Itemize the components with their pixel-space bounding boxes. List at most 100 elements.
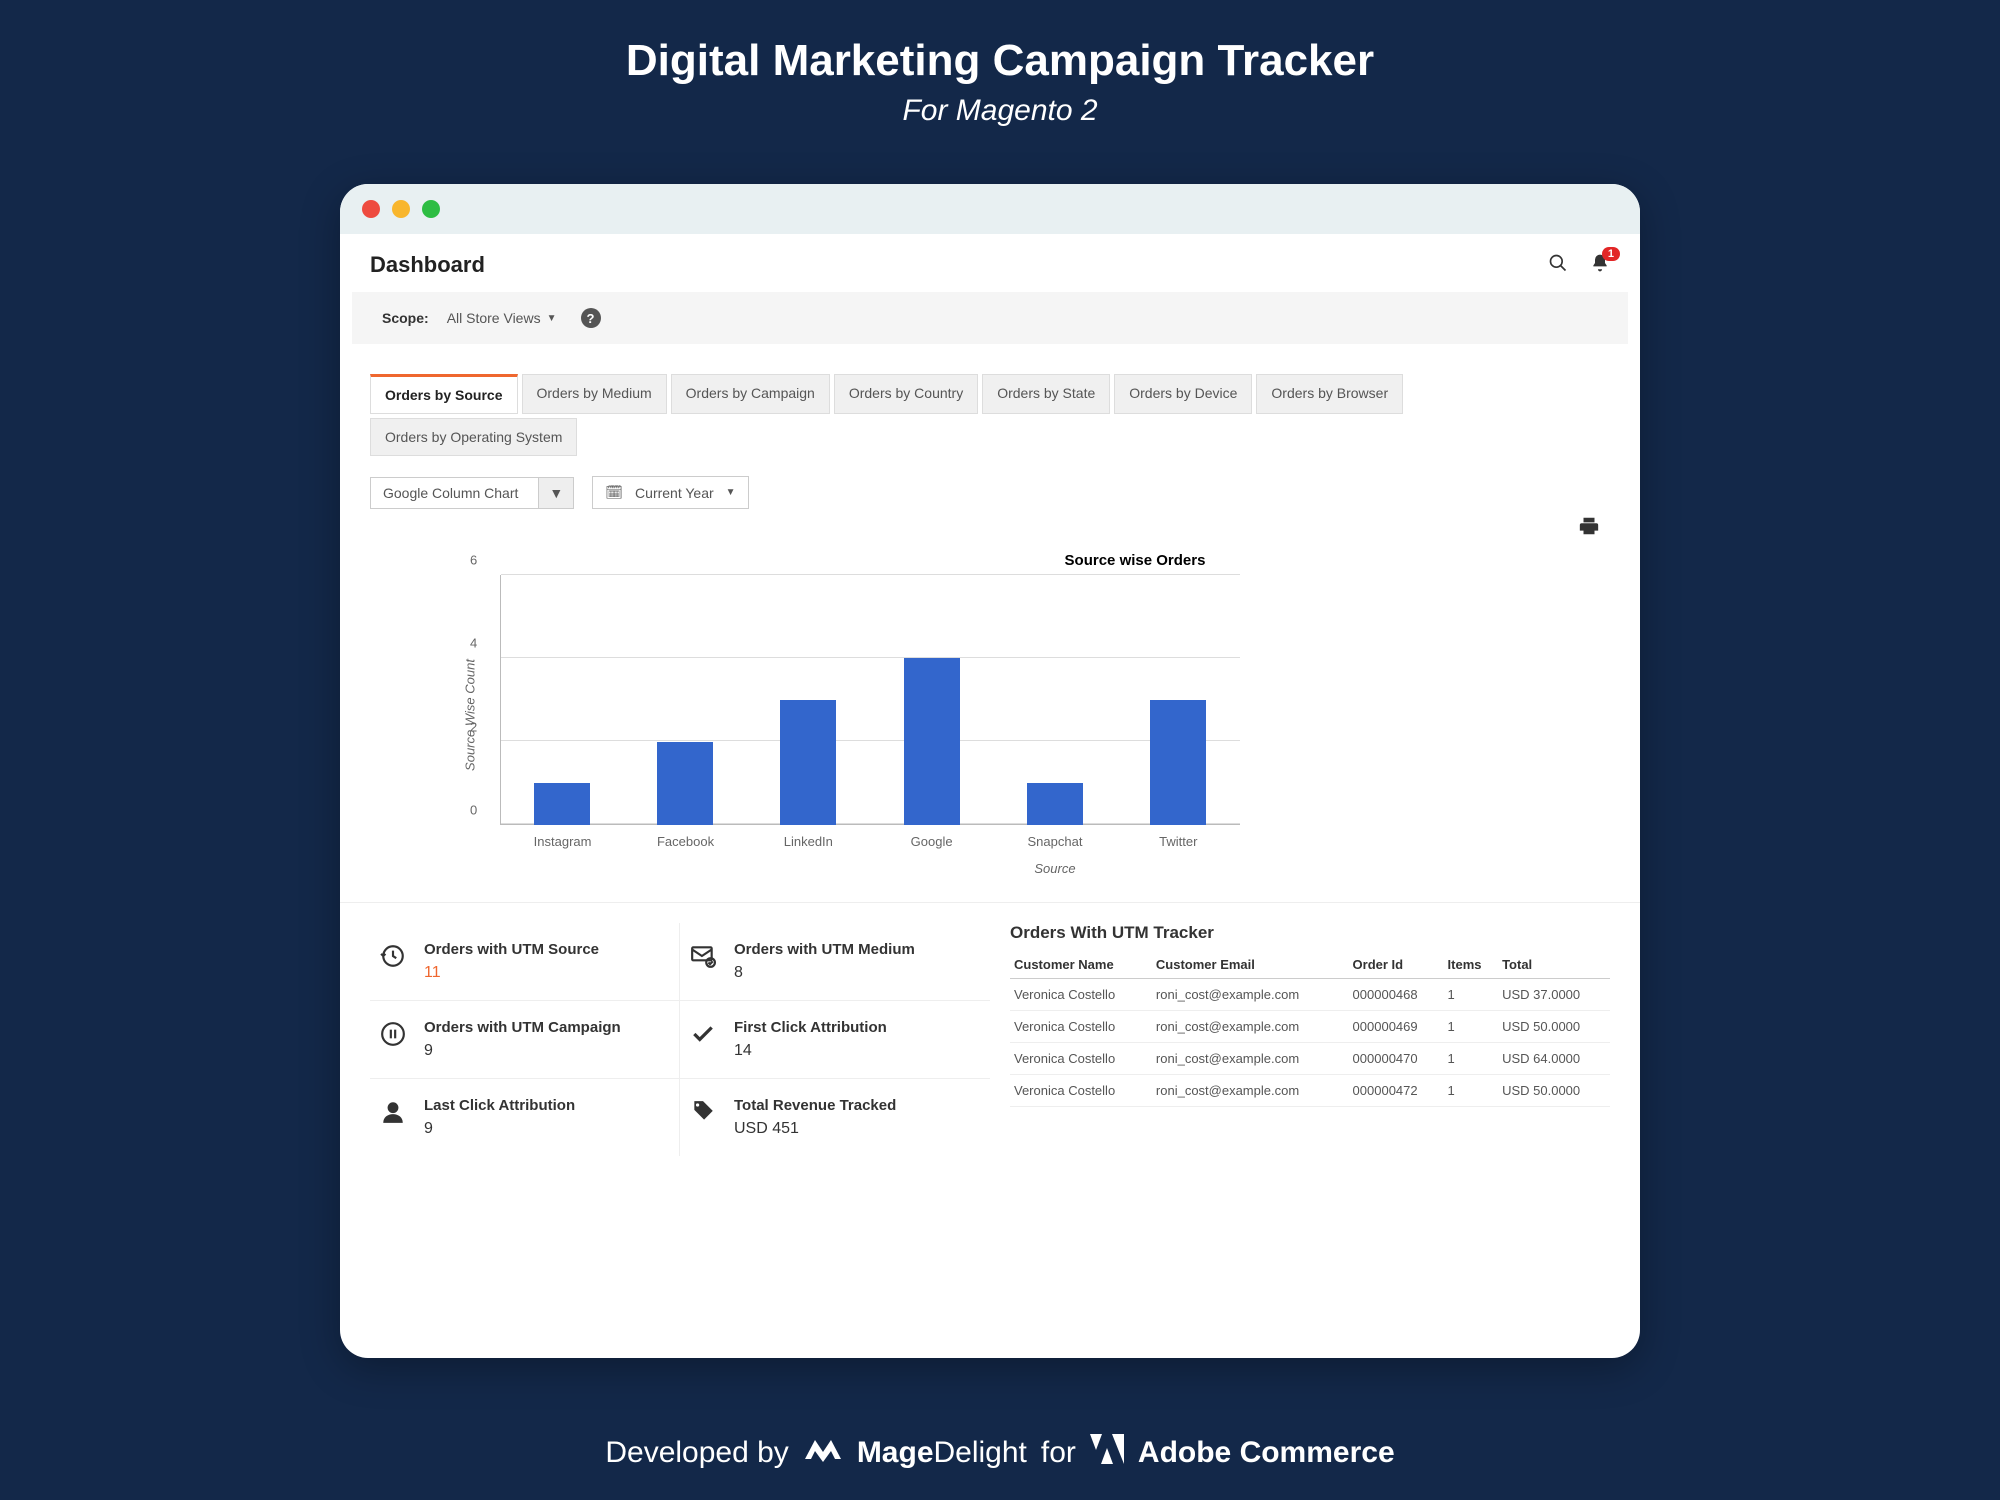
table-cell: 000000469 xyxy=(1349,1011,1444,1043)
table-row[interactable]: Veronica Costelloroni_cost@example.com00… xyxy=(1010,1075,1610,1107)
metric-value: USD 451 xyxy=(734,1120,896,1138)
chart-xlabel: Source xyxy=(500,861,1610,876)
tab-orders-by-operating-system[interactable]: Orders by Operating System xyxy=(370,418,577,456)
minimize-icon[interactable] xyxy=(392,200,410,218)
footer-dev-by: Developed by xyxy=(605,1436,788,1470)
user-icon xyxy=(378,1097,408,1127)
table-header: Items xyxy=(1444,951,1499,979)
metric-value: 8 xyxy=(734,964,915,982)
table-cell: USD 37.0000 xyxy=(1498,979,1610,1011)
table-cell: Veronica Costello xyxy=(1010,1075,1152,1107)
tab-bar: Orders by SourceOrders by MediumOrders b… xyxy=(340,344,1640,456)
table-title: Orders With UTM Tracker xyxy=(1010,923,1610,943)
tab-orders-by-browser[interactable]: Orders by Browser xyxy=(1256,374,1403,414)
chart-ytick: 4 xyxy=(470,636,477,651)
metric-card: Orders with UTM Source 11 xyxy=(370,923,680,1000)
footer-brand-adobe: Adobe Commerce xyxy=(1138,1436,1395,1470)
chart-bar[interactable] xyxy=(657,742,713,825)
footer-brand-delight: Delight xyxy=(934,1436,1027,1469)
check-icon xyxy=(688,1019,718,1049)
table-cell: 000000470 xyxy=(1349,1043,1444,1075)
scope-value: All Store Views xyxy=(447,310,541,326)
table-cell: 1 xyxy=(1444,1011,1499,1043)
metric-label: Orders with UTM Source xyxy=(424,941,599,958)
history-icon xyxy=(378,941,408,971)
table-cell: 000000468 xyxy=(1349,979,1444,1011)
metric-label: Total Revenue Tracked xyxy=(734,1097,896,1114)
maximize-icon[interactable] xyxy=(422,200,440,218)
help-icon[interactable]: ? xyxy=(581,308,601,328)
window-titlebar xyxy=(340,184,1640,234)
pause-icon xyxy=(378,1019,408,1049)
period-value: Current Year xyxy=(635,485,714,501)
print-icon[interactable] xyxy=(1578,515,1600,542)
chart-bar[interactable] xyxy=(904,658,960,825)
metric-card: Orders with UTM Medium 8 xyxy=(680,923,990,1000)
notifications-icon[interactable]: 1 xyxy=(1590,253,1610,278)
search-icon[interactable] xyxy=(1548,253,1568,278)
footer-brand-mage: Mage xyxy=(857,1436,934,1469)
scope-select[interactable]: All Store Views ▼ xyxy=(447,310,557,326)
tab-orders-by-source[interactable]: Orders by Source xyxy=(370,374,518,414)
chart-xtick: LinkedIn xyxy=(780,834,836,849)
table-cell: 1 xyxy=(1444,979,1499,1011)
table-cell: roni_cost@example.com xyxy=(1152,1011,1349,1043)
table-header: Order Id xyxy=(1349,951,1444,979)
table-header: Customer Email xyxy=(1152,951,1349,979)
table-row[interactable]: Veronica Costelloroni_cost@example.com00… xyxy=(1010,1043,1610,1075)
table-cell: USD 50.0000 xyxy=(1498,1011,1610,1043)
chart-bar[interactable] xyxy=(534,783,590,825)
tab-orders-by-country[interactable]: Orders by Country xyxy=(834,374,978,414)
chart-bar[interactable] xyxy=(1027,783,1083,825)
chart-title: Source wise Orders xyxy=(660,552,1610,569)
chart-ytick: 2 xyxy=(470,719,477,734)
chevron-down-icon: ▼ xyxy=(726,487,736,498)
notification-badge: 1 xyxy=(1602,247,1620,261)
chart-type-select[interactable]: Google Column Chart ▼ xyxy=(370,477,574,509)
promo-title: Digital Marketing Campaign Tracker xyxy=(0,0,2000,86)
chart-xtick: Instagram xyxy=(534,834,590,849)
metric-value: 9 xyxy=(424,1120,575,1138)
tab-orders-by-device[interactable]: Orders by Device xyxy=(1114,374,1252,414)
scope-label: Scope: xyxy=(382,310,429,326)
mail-check-icon xyxy=(688,941,718,971)
table-cell: 1 xyxy=(1444,1043,1499,1075)
tag-icon xyxy=(688,1097,718,1127)
promo-footer: Developed by MageDelight for Adobe Comme… xyxy=(0,1434,2000,1472)
chart-bar[interactable] xyxy=(1150,700,1206,825)
metric-label: Last Click Attribution xyxy=(424,1097,575,1114)
chart-xtick: Snapchat xyxy=(1027,834,1083,849)
metric-value: 11 xyxy=(424,964,599,982)
metric-value: 14 xyxy=(734,1042,887,1060)
tab-orders-by-campaign[interactable]: Orders by Campaign xyxy=(671,374,830,414)
table-row[interactable]: Veronica Costelloroni_cost@example.com00… xyxy=(1010,979,1610,1011)
metric-card: Last Click Attribution 9 xyxy=(370,1078,680,1156)
chart-bar[interactable] xyxy=(780,700,836,825)
table-header: Customer Name xyxy=(1010,951,1152,979)
metric-value: 9 xyxy=(424,1042,621,1060)
period-select[interactable]: 🗓 Current Year ▼ xyxy=(592,476,748,509)
metrics-grid: Orders with UTM Source11Orders with UTM … xyxy=(370,923,990,1156)
chart-type-value: Google Column Chart xyxy=(383,485,518,501)
metric-label: Orders with UTM Medium xyxy=(734,941,915,958)
chevron-down-icon: ▼ xyxy=(538,478,573,508)
tab-orders-by-medium[interactable]: Orders by Medium xyxy=(522,374,667,414)
table-cell: roni_cost@example.com xyxy=(1152,979,1349,1011)
metric-card: Orders with UTM Campaign 9 xyxy=(370,1000,680,1078)
footer-for: for xyxy=(1041,1436,1076,1470)
metric-card: First Click Attribution14 xyxy=(680,1000,990,1078)
table-cell: Veronica Costello xyxy=(1010,1043,1152,1075)
tab-orders-by-state[interactable]: Orders by State xyxy=(982,374,1110,414)
close-icon[interactable] xyxy=(362,200,380,218)
table-cell: USD 64.0000 xyxy=(1498,1043,1610,1075)
table-cell: roni_cost@example.com xyxy=(1152,1075,1349,1107)
scope-bar: Scope: All Store Views ▼ ? xyxy=(352,292,1628,344)
table-cell: Veronica Costello xyxy=(1010,1011,1152,1043)
chart-xtick: Twitter xyxy=(1150,834,1206,849)
chart-container: Source wise Orders Source Wise Count Ins… xyxy=(340,542,1640,886)
table-cell: roni_cost@example.com xyxy=(1152,1043,1349,1075)
metric-label: Orders with UTM Campaign xyxy=(424,1019,621,1036)
chart-ytick: 6 xyxy=(470,553,477,568)
orders-table-container: Orders With UTM Tracker Customer NameCus… xyxy=(1010,923,1610,1156)
table-row[interactable]: Veronica Costelloroni_cost@example.com00… xyxy=(1010,1011,1610,1043)
